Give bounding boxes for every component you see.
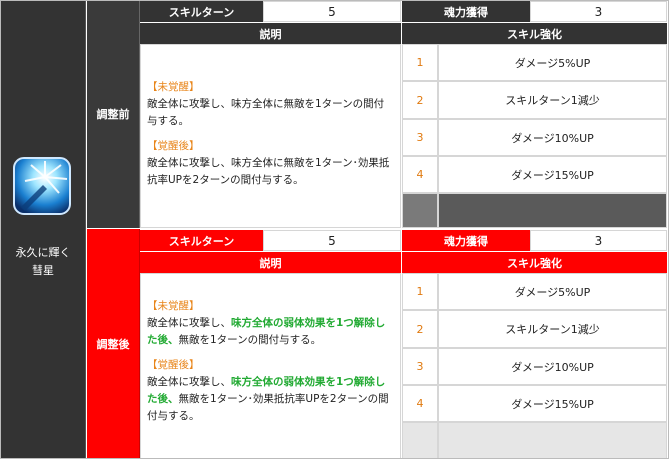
after-boost-num-1: 1 [402,273,438,310]
after-section-label: 調整後 [87,229,140,459]
skill-icon [13,157,71,215]
before-boost-num-2: 2 [402,81,438,119]
after-boost-text-2: スキルターン1減少 [438,310,667,348]
after-desc-tag2: 【覚醒後】 [147,359,200,371]
after-soul-gain-value: 3 [530,230,667,251]
after-boost-num-2: 2 [402,310,438,348]
character-name-line2: 彗星 [32,264,54,277]
before-boost-num-4: 4 [402,156,438,193]
after-section-label-text: 調整後 [96,338,130,351]
after-skill-turn-label: スキルターン [140,230,263,251]
after-description: 【未覚醒】 敵全体に攻撃し、味方全体の弱体効果を1つ解除した後、無敵を1ターンの… [140,273,401,459]
character-column [0,0,86,459]
after-desc-text1-b: 無敵を1ターンの間付与する。 [178,334,322,346]
after-boost-num-4: 4 [402,385,438,422]
before-description: 【未覚醒】 敵全体に攻撃し、味方全体に無敵を1ターンの間付与する。 【覚醒後】 … [140,44,401,228]
after-boost-text-4: ダメージ15%UP [438,385,667,422]
after-boost-text-3: ダメージ10%UP [438,348,667,385]
after-boost-header: スキル強化 [402,252,667,273]
before-boost-num-3: 3 [402,119,438,156]
before-soul-gain-value: 3 [530,1,667,22]
before-soul-gain-label: 魂力獲得 [402,1,530,22]
before-boost-text-2: スキルターン1減少 [438,81,667,119]
before-skill-turn-label: スキルターン [140,1,263,22]
after-boost-text-1: ダメージ5%UP [438,273,667,310]
before-boost-empty-num [402,193,438,228]
before-boost-header: スキル強化 [402,23,667,44]
after-skill-turn-value: 5 [263,230,401,251]
before-desc-header: 説明 [140,23,401,44]
before-skill-turn-value: 5 [263,1,401,22]
after-boost-empty-num [402,422,438,459]
before-desc-tag1: 【未覚醒】 [147,81,200,93]
before-boost-text-1: ダメージ5%UP [438,44,667,81]
after-soul-gain-label: 魂力獲得 [402,230,530,251]
before-boost-text-4: ダメージ15%UP [438,156,667,193]
before-boost-num-1: 1 [402,44,438,81]
before-section-label-text: 調整前 [96,108,130,121]
after-desc-text1-a: 敵全体に攻撃し、 [147,317,231,329]
after-desc-text1: 敵全体に攻撃し、味方全体の弱体効果を1つ解除した後、無敵を1ターンの間付与する。 [147,315,394,349]
after-desc-text2: 敵全体に攻撃し、味方全体の弱体効果を1つ解除した後、無敵を1ターン･効果抵抗率U… [147,374,394,425]
after-desc-text2-b: 無敵を1ターン･効果抵抗率UPを2ターンの間付与する。 [147,393,389,422]
before-desc-text2: 敵全体に攻撃し、味方全体に無敵を1ターン･効果抵抗率UPを2ターンの間付与する。 [147,157,390,186]
character-name-line1: 永久に輝く [15,246,71,259]
after-desc-text2-a: 敵全体に攻撃し、 [147,376,231,388]
after-desc-header: 説明 [140,252,401,273]
after-desc-tag1: 【未覚醒】 [147,300,200,312]
before-desc-text1: 敵全体に攻撃し、味方全体に無敵を1ターンの間付与する。 [147,98,385,127]
before-boost-empty-text [438,193,667,228]
before-desc-tag2: 【覚醒後】 [147,140,200,152]
after-boost-num-3: 3 [402,348,438,385]
before-section-label: 調整前 [87,0,140,228]
before-boost-text-3: ダメージ10%UP [438,119,667,156]
after-boost-empty-text [438,422,667,459]
